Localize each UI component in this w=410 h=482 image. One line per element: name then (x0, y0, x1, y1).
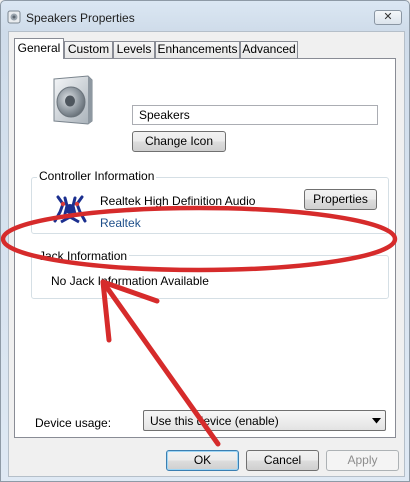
cancel-button[interactable]: Cancel (246, 450, 319, 471)
jack-information-message: No Jack Information Available (51, 274, 209, 288)
tab-enhancements[interactable]: Enhancements (155, 41, 240, 58)
chevron-down-icon (372, 418, 381, 424)
tab-advanced[interactable]: Advanced (240, 41, 298, 58)
close-button[interactable]: ✕ (374, 10, 402, 25)
jack-information-heading: Jack Information (37, 249, 130, 263)
speakers-properties-window: Speakers Properties ✕ General Custom Lev… (0, 0, 410, 482)
controller-properties-button[interactable]: Properties (304, 189, 377, 210)
close-icon: ✕ (383, 11, 393, 23)
controller-vendor: Realtek (100, 216, 141, 230)
dialog-client-area: General Custom Levels Enhancements Advan… (8, 31, 405, 477)
realtek-logo-icon (53, 195, 87, 224)
device-usage-selected: Use this device (enable) (150, 414, 279, 428)
title-bar[interactable]: Speakers Properties ✕ (1, 1, 409, 33)
controller-name: Realtek High Definition Audio (100, 194, 256, 208)
speaker-device-icon (53, 75, 93, 125)
ok-button[interactable]: OK (166, 450, 239, 471)
tab-custom[interactable]: Custom (64, 41, 113, 58)
speaker-icon (7, 10, 21, 24)
device-usage-label: Device usage: (35, 416, 112, 430)
controller-information-heading: Controller Information (37, 169, 157, 183)
general-tab-panel: Change Icon Controller Information Realt… (14, 58, 396, 438)
device-usage-dropdown[interactable]: Use this device (enable) (143, 410, 386, 431)
change-icon-button[interactable]: Change Icon (132, 131, 226, 152)
tab-levels[interactable]: Levels (113, 41, 155, 58)
apply-button[interactable]: Apply (326, 450, 399, 471)
tab-general[interactable]: General (14, 38, 64, 59)
device-name-input[interactable] (132, 105, 378, 125)
window-title: Speakers Properties (26, 11, 135, 25)
